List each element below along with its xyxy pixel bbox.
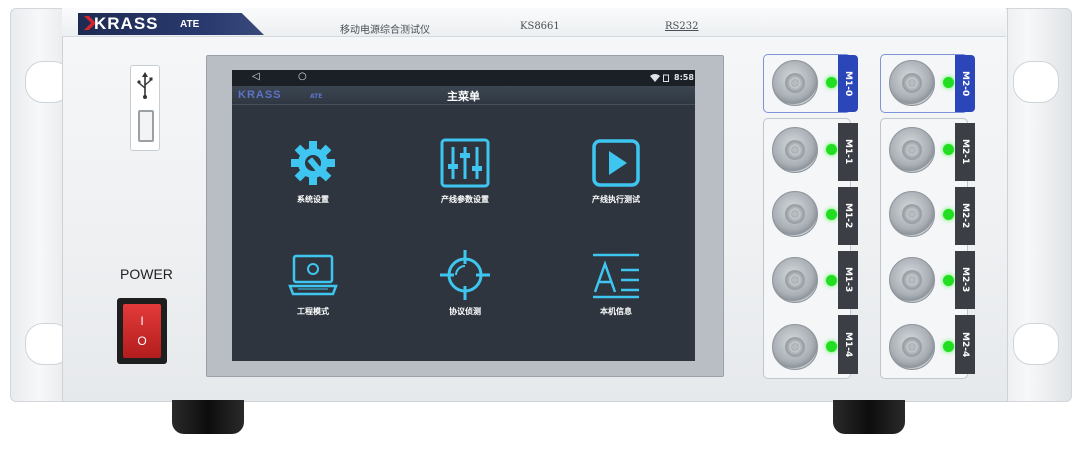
gear-wrench-icon	[291, 141, 335, 185]
port-tag: M1-4	[838, 315, 858, 374]
menu-item-label: 本机信息	[600, 307, 632, 316]
device-foot	[833, 400, 905, 434]
port-panel-m2: M2-1 M2-2 M2-3 M2-4	[880, 118, 975, 379]
connector-m1-0[interactable]	[772, 60, 818, 106]
status-led	[826, 77, 837, 88]
port-tag: M1-0	[838, 55, 858, 112]
device-foot	[172, 400, 244, 434]
model-number: KS8661	[520, 21, 560, 32]
port-tag: M1-3	[838, 251, 858, 309]
port-tag: M2-2	[955, 187, 975, 245]
status-led	[826, 144, 837, 155]
menu-item-line-params[interactable]: 产线参数设置	[405, 132, 525, 232]
brand-logo: KRASS	[94, 14, 159, 33]
connector-m1-2[interactable]	[772, 191, 818, 237]
port-tag: M2-4	[955, 315, 975, 374]
port-tag: M2-3	[955, 251, 975, 309]
connector-m2-2[interactable]	[889, 191, 935, 237]
brand-suffix: ATE	[180, 19, 200, 30]
usb-icon	[137, 72, 153, 99]
menu-item-device-info[interactable]: 本机信息	[556, 244, 676, 344]
connector-m2-1[interactable]	[889, 127, 935, 173]
sliders-icon	[440, 138, 490, 188]
status-led	[826, 209, 837, 220]
port-tag: M2-1	[955, 123, 975, 181]
connector-m1-1[interactable]	[772, 127, 818, 173]
port-tag: M1-1	[838, 123, 858, 181]
switch-on-mark: I	[140, 314, 144, 328]
power-switch[interactable]: I O	[117, 298, 167, 364]
connector-m2-4[interactable]	[889, 324, 935, 370]
app-title-bar: KRASS ATE 主菜单	[232, 86, 695, 105]
port-label: RS232	[665, 21, 699, 32]
menu-item-label: 产线参数设置	[441, 195, 489, 204]
usb-port[interactable]	[130, 65, 160, 151]
menu-item-label: 协议侦测	[449, 307, 481, 316]
menu-item-system-settings[interactable]: 系统设置	[253, 132, 373, 232]
menu-item-label: 系统设置	[297, 195, 329, 204]
switch-off-mark: O	[137, 334, 147, 348]
port-panel-m2-0: M2-0	[880, 54, 975, 113]
status-led	[943, 341, 954, 352]
laptop-icon	[288, 254, 338, 296]
connector-m1-3[interactable]	[772, 257, 818, 303]
wifi-icon	[650, 74, 660, 82]
page-title: 主菜单	[447, 90, 480, 103]
device-name: 移动电源综合测试仪	[340, 25, 430, 36]
menu-item-label: 工程模式	[297, 307, 329, 316]
back-nav-button[interactable]: ◁	[252, 71, 260, 82]
power-label: POWER	[120, 266, 173, 282]
menu-item-protocol-detect[interactable]: 协议侦测	[405, 244, 525, 344]
power-rocker[interactable]: I O	[123, 304, 161, 358]
status-led	[826, 275, 837, 286]
rack-slot	[1013, 61, 1059, 103]
touch-screen[interactable]: ◁ ○ 8:58 KRASS ATE 主菜单 系统设置 产线参数设置 产线执行测…	[232, 70, 695, 361]
home-nav-button[interactable]: ○	[298, 71, 307, 82]
status-time: 8:58	[674, 73, 694, 82]
connector-m2-3[interactable]	[889, 257, 935, 303]
status-led	[943, 77, 954, 88]
connector-m2-0[interactable]	[889, 60, 935, 106]
text-info-icon	[593, 253, 639, 299]
status-led	[943, 144, 954, 155]
port-tag: M1-2	[838, 187, 858, 245]
connector-m1-4[interactable]	[772, 324, 818, 370]
play-icon	[592, 139, 640, 187]
status-led	[943, 209, 954, 220]
right-rack-ear	[998, 8, 1072, 402]
status-led	[826, 341, 837, 352]
port-tag: M2-0	[955, 55, 975, 112]
menu-item-engineering-mode[interactable]: 工程模式	[253, 244, 373, 344]
port-panel-m1: M1-1 M1-2 M1-3 M1-4	[763, 118, 858, 379]
usb-socket	[138, 110, 154, 142]
battery-icon	[663, 74, 669, 82]
port-panel-m1-0: M1-0	[763, 54, 858, 113]
crosshair-icon	[440, 250, 490, 300]
status-led	[943, 275, 954, 286]
status-bar: ◁ ○ 8:58	[232, 70, 695, 86]
menu-item-label: 产线执行测试	[592, 195, 640, 204]
menu-item-line-run-test[interactable]: 产线执行测试	[556, 132, 676, 232]
rack-slot	[1013, 323, 1059, 365]
